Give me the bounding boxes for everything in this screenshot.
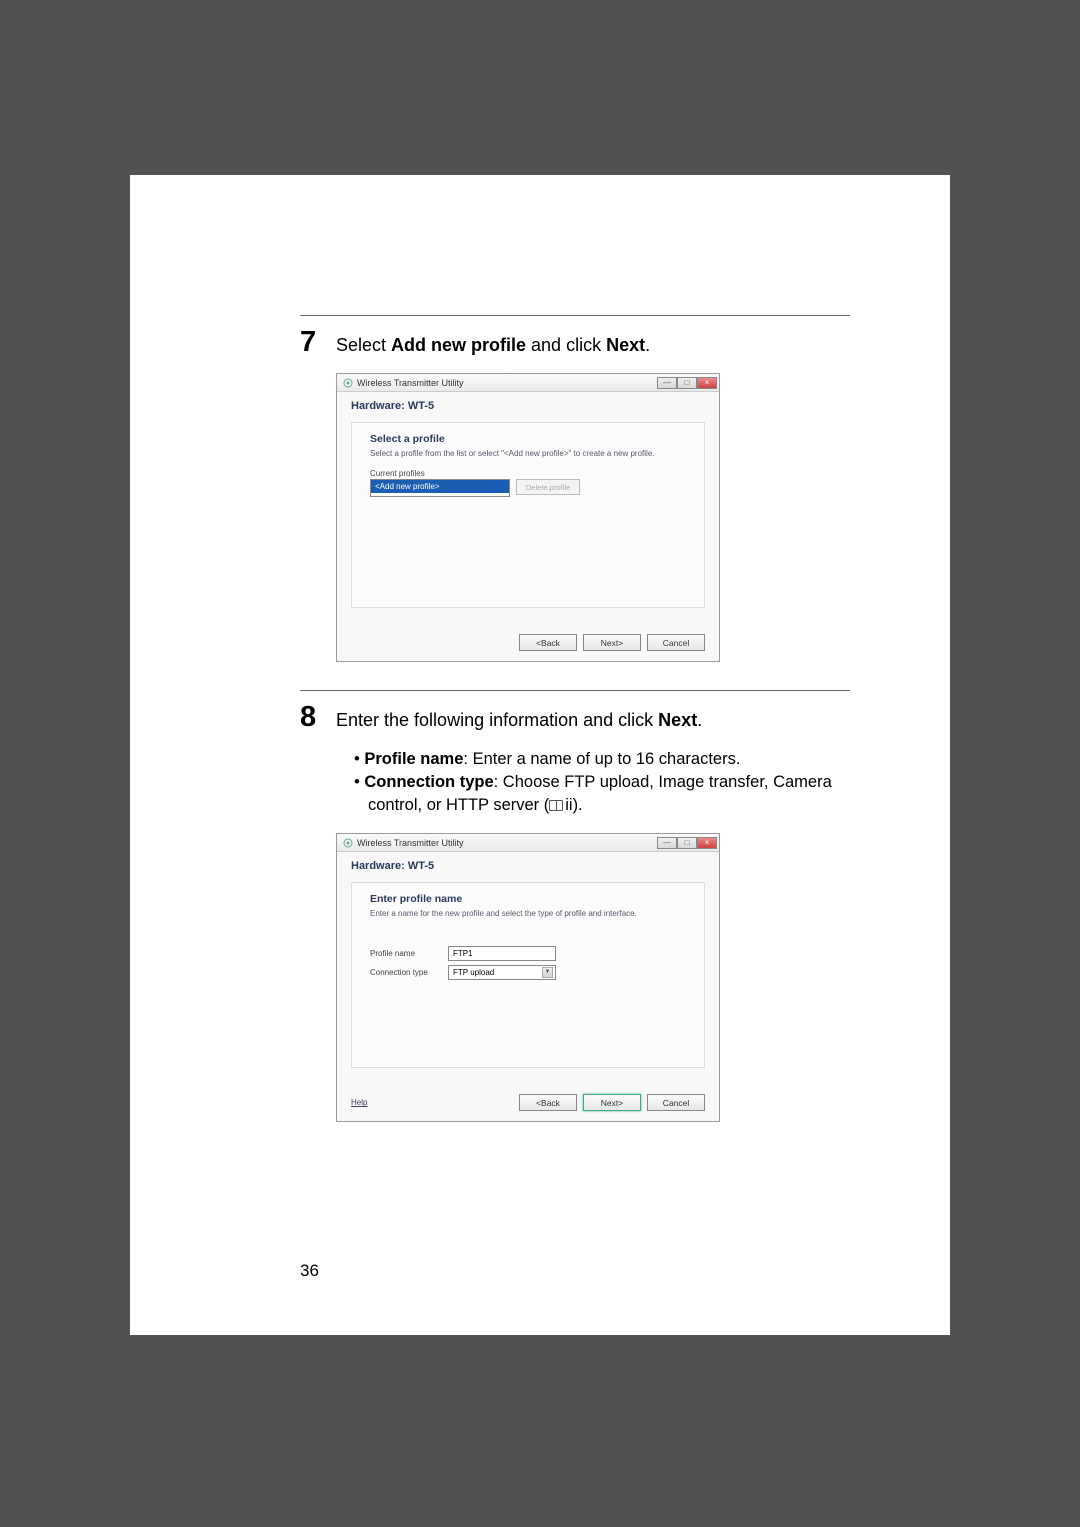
cancel-button[interactable]: Cancel: [647, 1094, 705, 1111]
dialog-1-wrapper: Wireless Transmitter Utility — □ × Hardw…: [336, 373, 850, 662]
dialog-body: Hardware: WT-5 Enter profile name Enter …: [337, 852, 719, 1084]
current-profiles-label: Current profiles: [370, 469, 686, 478]
text-bold: Add new profile: [391, 335, 526, 355]
text: Enter the following information and clic…: [336, 710, 658, 730]
text-bold: Next: [658, 710, 697, 730]
divider: [300, 315, 850, 316]
dialog-titlebar: Wireless Transmitter Utility — □ ×: [337, 374, 719, 392]
text: .: [697, 710, 702, 730]
dialog-title: Wireless Transmitter Utility: [343, 378, 464, 388]
step-text: Select Add new profile and click Next.: [336, 334, 650, 357]
bullet-ref: ii).: [565, 796, 582, 814]
input-value: FTP1: [453, 949, 473, 958]
step-7-heading: 7 Select Add new profile and click Next.: [300, 326, 850, 359]
next-button[interactable]: Next>: [583, 634, 641, 651]
back-button[interactable]: <Back: [519, 634, 577, 651]
connection-type-select[interactable]: FTP upload ▼: [448, 965, 556, 980]
divider: [300, 690, 850, 691]
maximize-button[interactable]: □: [677, 377, 697, 389]
dialog-button-row: Help <Back Next> Cancel: [337, 1084, 719, 1121]
dialog-body: Hardware: WT-5 Select a profile Select a…: [337, 392, 719, 624]
bullet-text: : Enter a name of up to 16 characters.: [463, 750, 740, 768]
panel-heading: Enter profile name: [370, 893, 686, 905]
profiles-listbox[interactable]: <Add new profile>: [370, 479, 510, 497]
bullet-item: • Profile name: Enter a name of up to 16…: [354, 748, 850, 771]
dialog-titlebar: Wireless Transmitter Utility — □ ×: [337, 834, 719, 852]
profile-name-row: Profile name FTP1: [370, 946, 686, 961]
window-controls: — □ ×: [657, 837, 717, 849]
bullet-label: Connection type: [364, 773, 493, 791]
select-profile-dialog: Wireless Transmitter Utility — □ × Hardw…: [336, 373, 720, 662]
delete-profile-button[interactable]: Delete profile: [516, 479, 580, 495]
hardware-label: Hardware: WT-5: [351, 860, 705, 872]
panel-description: Select a profile from the list or select…: [370, 449, 686, 459]
text: and click: [526, 335, 606, 355]
dialog-button-row: <Back Next> Cancel: [337, 624, 719, 661]
content-panel: Select a profile Select a profile from t…: [351, 422, 705, 608]
connection-type-row: Connection type FTP upload ▼: [370, 965, 686, 980]
step-number: 7: [300, 326, 322, 359]
document-page: 7 Select Add new profile and click Next.…: [130, 175, 950, 1335]
page-number: 36: [300, 1261, 319, 1281]
dialog-title: Wireless Transmitter Utility: [343, 838, 464, 848]
text: Select: [336, 335, 391, 355]
step-number: 8: [300, 701, 322, 734]
enter-profile-name-dialog: Wireless Transmitter Utility — □ × Hardw…: [336, 833, 720, 1122]
listbox-selected-item[interactable]: <Add new profile>: [371, 480, 509, 493]
text-bold: Next: [606, 335, 645, 355]
title-text: Wireless Transmitter Utility: [357, 378, 464, 388]
connection-type-label: Connection type: [370, 968, 440, 977]
next-button[interactable]: Next>: [583, 1094, 641, 1111]
app-icon: [343, 838, 353, 848]
bullet-label: Profile name: [364, 750, 463, 768]
form-section: Profile name FTP1 Connection type FTP up…: [370, 930, 686, 980]
maximize-button[interactable]: □: [677, 837, 697, 849]
content-panel: Enter profile name Enter a name for the …: [351, 882, 705, 1068]
profile-name-input[interactable]: FTP1: [448, 946, 556, 961]
panel-description: Enter a name for the new profile and sel…: [370, 909, 686, 919]
book-icon: [549, 800, 563, 811]
help-link[interactable]: Help: [351, 1098, 367, 1107]
step-text: Enter the following information and clic…: [336, 709, 702, 732]
text: .: [645, 335, 650, 355]
cancel-button[interactable]: Cancel: [647, 634, 705, 651]
app-icon: [343, 378, 353, 388]
step-8-heading: 8 Enter the following information and cl…: [300, 701, 850, 734]
select-value: FTP upload: [453, 968, 494, 977]
back-button[interactable]: <Back: [519, 1094, 577, 1111]
close-button[interactable]: ×: [697, 837, 717, 849]
profiles-row: <Add new profile> Delete profile: [370, 479, 686, 497]
bullet-item: • Connection type: Choose FTP upload, Im…: [354, 771, 850, 817]
button-group: <Back Next> Cancel: [519, 1094, 705, 1111]
close-button[interactable]: ×: [697, 377, 717, 389]
minimize-button[interactable]: —: [657, 837, 677, 849]
title-text: Wireless Transmitter Utility: [357, 838, 464, 848]
panel-heading: Select a profile: [370, 433, 686, 445]
bullet-list: • Profile name: Enter a name of up to 16…: [354, 748, 850, 817]
dialog-2-wrapper: Wireless Transmitter Utility — □ × Hardw…: [336, 833, 850, 1122]
profile-name-label: Profile name: [370, 949, 440, 958]
minimize-button[interactable]: —: [657, 377, 677, 389]
window-controls: — □ ×: [657, 377, 717, 389]
hardware-label: Hardware: WT-5: [351, 400, 705, 412]
chevron-down-icon: ▼: [542, 967, 553, 978]
